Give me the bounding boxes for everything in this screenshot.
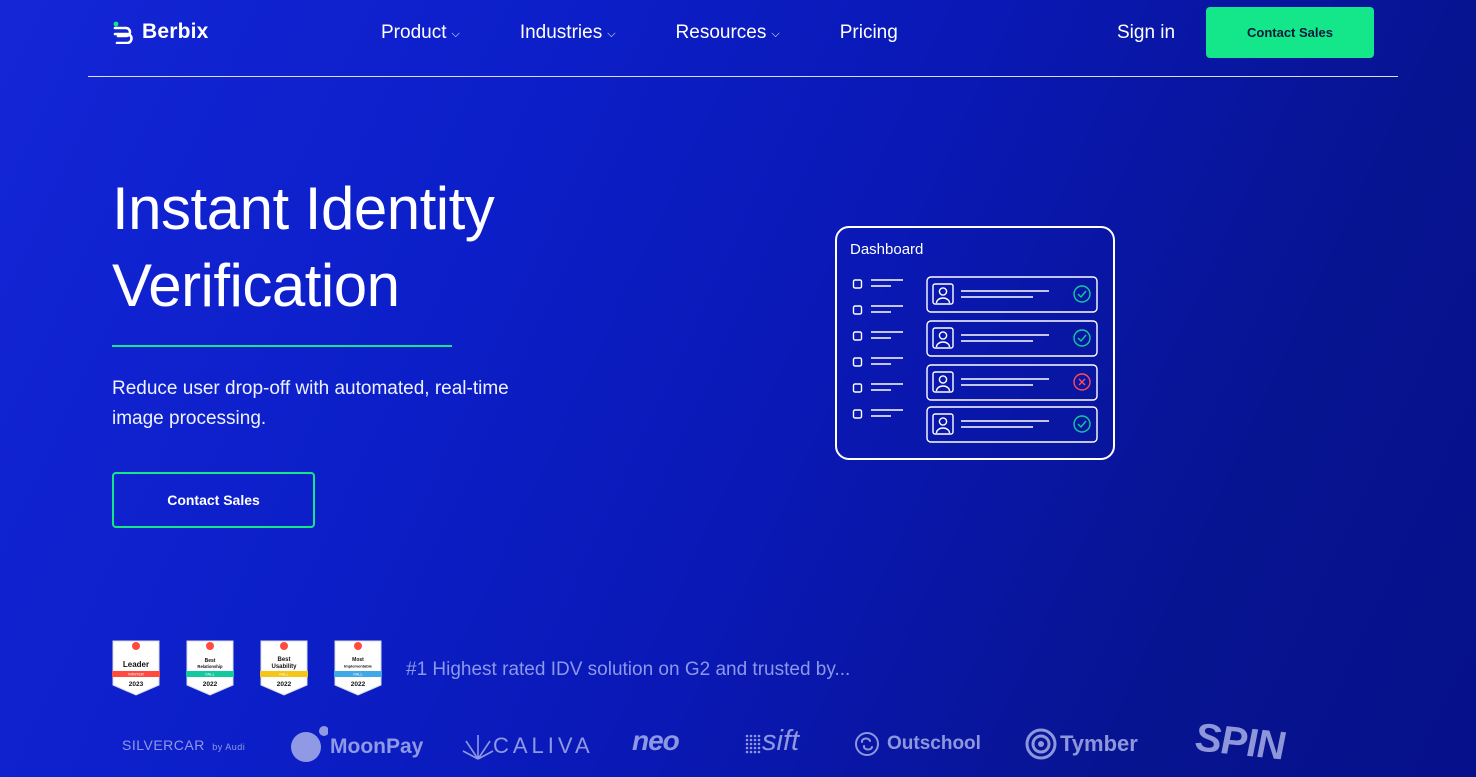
svg-text:FALL: FALL [279,672,289,677]
g2-logo-icon [206,642,214,650]
svg-text:2022: 2022 [203,681,218,688]
checkbox-icon [852,409,863,419]
g2-badge-most-implementable: Most Implementable FALL 2022 [334,640,382,696]
dashboard-checklist [852,279,903,419]
nav-item-industries[interactable]: Industries ⌵ [520,22,616,44]
top-navigation: Berbix Product ⌵ Industries ⌵ Resources … [88,0,1398,77]
nav-item-label: Pricing [839,22,898,43]
customer-logo-tymber: Tymber [1025,728,1138,760]
trust-statement: #1 Highest rated IDV solution on G2 and … [406,659,851,680]
berbix-logo-icon [113,21,133,44]
svg-text:Implementable: Implementable [344,664,373,669]
svg-text:2022: 2022 [351,681,366,688]
main-menu: Product ⌵ Industries ⌵ Resources ⌵ Prici… [381,0,958,66]
customer-logo-sift: sift [744,725,799,758]
check-circle-icon [1073,329,1091,347]
customer-logo-neo: neo [632,725,680,756]
hero-title-line-2: Verification [112,252,400,319]
caliva-leaf-icon [462,735,494,760]
checkbox-icon [852,357,863,367]
svg-text:Usability: Usability [271,664,297,670]
nav-item-label: Resources [675,22,767,43]
customer-logo-silvercar: SILVERCAR by Audi [122,737,246,753]
svg-text:Leader: Leader [123,660,149,669]
svg-text:2023: 2023 [129,681,144,688]
tymber-logo-icon [1025,728,1057,760]
dashboard-graphic [852,276,1098,443]
chevron-down-icon: ⌵ [771,28,780,40]
sign-in-link[interactable]: Sign in [1117,22,1175,44]
g2-logo-icon [354,642,362,650]
brand-name: Berbix [142,20,209,43]
svg-text:FALL: FALL [353,672,363,677]
outschool-logo-icon [855,732,879,756]
sift-dots-icon [745,734,761,753]
svg-text:WINTER: WINTER [128,672,144,677]
nav-item-label: Product [381,22,447,43]
g2-badge-best-usability: Best Usability FALL 2022 [260,640,308,696]
svg-text:2022: 2022 [277,681,292,688]
svg-text:Most: Most [352,657,364,663]
hero-title-line-1: Instant Identity [112,175,495,242]
customer-logos: SILVERCAR by Audi MoonPay CALIVA neo sif… [0,715,1476,777]
g2-badges: Leader WINTER 2023 Best Relationship FAL… [112,640,382,696]
hero-title: Instant Identity Verification [112,170,495,324]
moonpay-logo-icon [291,726,328,762]
g2-badge-best-relationship: Best Relationship FALL 2022 [186,640,234,696]
checkbox-icon [852,383,863,393]
dashboard-user-card [926,406,1098,443]
dashboard-illustration: Dashboard [835,226,1115,460]
chevron-down-icon: ⌵ [607,28,616,40]
dashboard-user-card [926,320,1098,357]
customer-logo-moonpay: MoonPay [290,726,423,764]
hero-accent-divider [112,345,452,347]
g2-logo-icon [132,642,140,650]
checkbox-icon [852,305,863,315]
brand-logo[interactable]: Berbix [112,20,209,44]
nav-item-pricing[interactable]: Pricing [840,22,898,44]
hero-subtitle: Reduce user drop-off with automated, rea… [112,378,509,429]
customer-logo-outschool: Outschool [854,731,981,757]
customer-logo-spin: SPIN [1195,715,1285,769]
svg-text:FALL: FALL [205,672,215,677]
svg-text:Best: Best [277,657,290,663]
dashboard-user-card [926,276,1098,313]
checkbox-icon [852,331,863,341]
nav-item-label: Industries [519,22,603,43]
nav-item-resources[interactable]: Resources ⌵ [676,22,780,44]
check-circle-icon [1073,285,1091,303]
checkbox-icon [852,279,863,289]
g2-logo-icon [280,642,288,650]
svg-text:Relationship: Relationship [197,664,223,669]
check-circle-icon [1073,415,1091,433]
nav-item-product[interactable]: Product ⌵ [381,22,460,44]
contact-sales-button[interactable]: Contact Sales [1206,7,1374,58]
hero-contact-sales-button[interactable]: Contact Sales [112,472,315,528]
customer-logo-caliva: CALIVA [461,731,594,761]
dashboard-user-card [926,364,1098,401]
chevron-down-icon: ⌵ [451,28,460,40]
g2-badge-leader: Leader WINTER 2023 [112,640,160,696]
